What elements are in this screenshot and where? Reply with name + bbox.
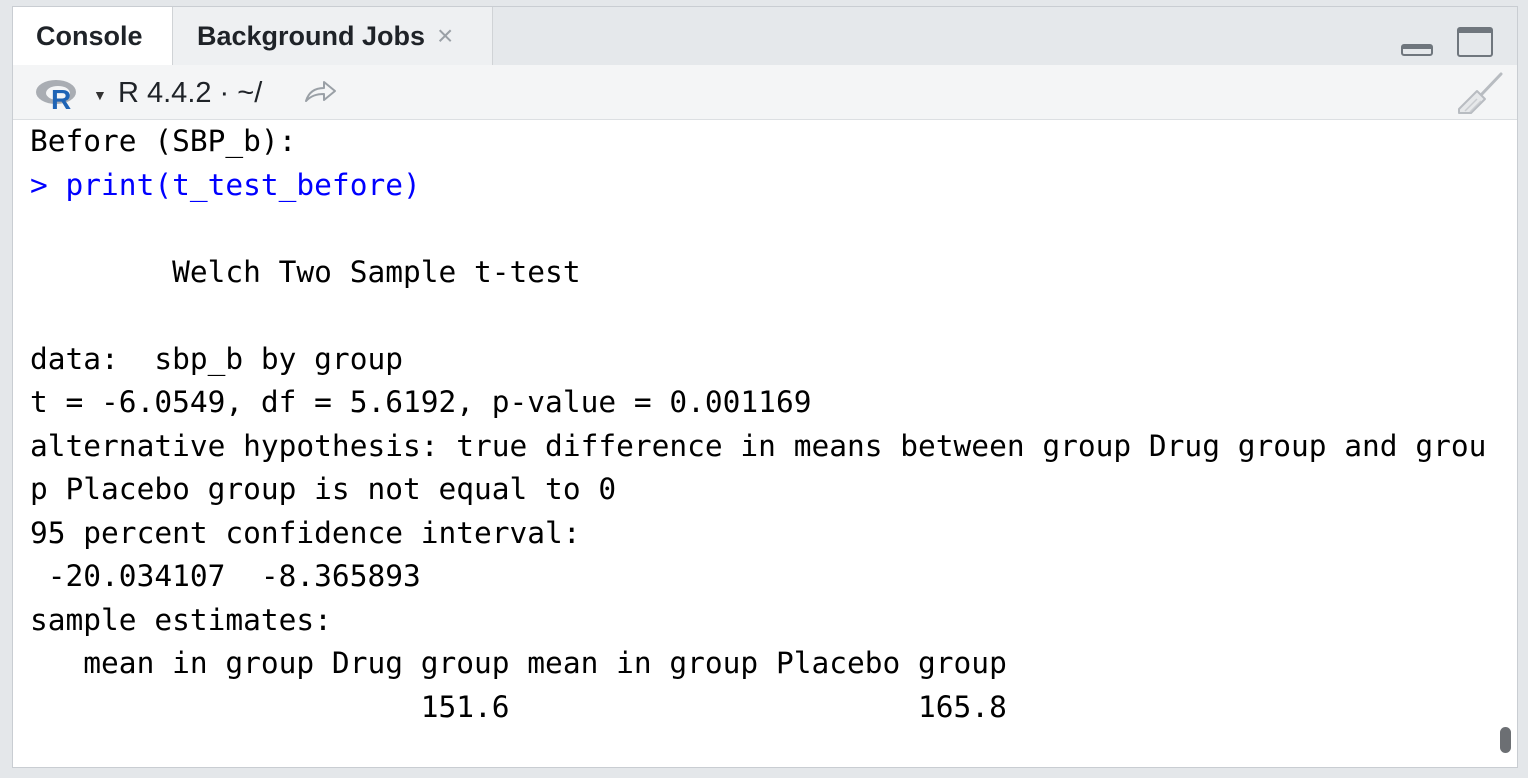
maximize-icon[interactable] bbox=[1457, 27, 1493, 57]
pane-tabbar: Console Background Jobs × bbox=[13, 7, 1517, 66]
console-output[interactable]: Before (SBP_b): > print(t_test_before) We… bbox=[13, 120, 1503, 767]
console-command-line: > print(t_test_before) bbox=[30, 167, 421, 202]
console-text: Before (SBP_b): > print(t_test_before) We… bbox=[13, 120, 1503, 729]
broom-icon[interactable] bbox=[1455, 71, 1505, 115]
scrollbar-thumb[interactable] bbox=[1500, 727, 1511, 753]
chevron-down-icon[interactable]: ▼ bbox=[93, 87, 107, 103]
r-logo-letter: R bbox=[51, 84, 71, 111]
console-line: sample estimates: bbox=[30, 602, 332, 637]
r-logo-icon[interactable]: R bbox=[34, 77, 82, 111]
console-line: -20.034107 -8.365893 bbox=[30, 559, 421, 593]
console-line: alternative hypothesis: true difference … bbox=[30, 428, 1487, 463]
console-line: t = -6.0549, df = 5.6192, p-value = 0.00… bbox=[30, 385, 812, 419]
console-line: Before (SBP_b): bbox=[30, 124, 297, 158]
console-line: data: sbp_b by group bbox=[30, 341, 403, 376]
tab-console-label: Console bbox=[36, 21, 143, 51]
r-version-label: R 4.4.2 · ~/ bbox=[118, 77, 263, 109]
console-line: 95 percent confidence interval: bbox=[30, 515, 581, 550]
tab-background-jobs[interactable]: Background Jobs × bbox=[173, 7, 493, 65]
tab-console[interactable]: Console bbox=[13, 7, 173, 66]
console-line: 151.6 165.8 bbox=[30, 689, 1007, 724]
console-line: p Placebo group is not equal to 0 bbox=[30, 472, 617, 506]
console-toolbar: R ▼ R 4.4.2 · ~/ bbox=[13, 65, 1517, 120]
console-line: Welch Two Sample t-test bbox=[30, 254, 581, 289]
console-line: mean in group Drug group mean in group P… bbox=[30, 646, 1007, 680]
console-pane: Console Background Jobs × R ▼ R 4.4.2 · … bbox=[12, 6, 1518, 768]
close-icon[interactable]: × bbox=[437, 20, 453, 52]
share-arrow-icon[interactable] bbox=[303, 79, 337, 105]
minimize-icon[interactable] bbox=[1401, 44, 1433, 56]
tab-background-jobs-label: Background Jobs bbox=[197, 20, 426, 51]
